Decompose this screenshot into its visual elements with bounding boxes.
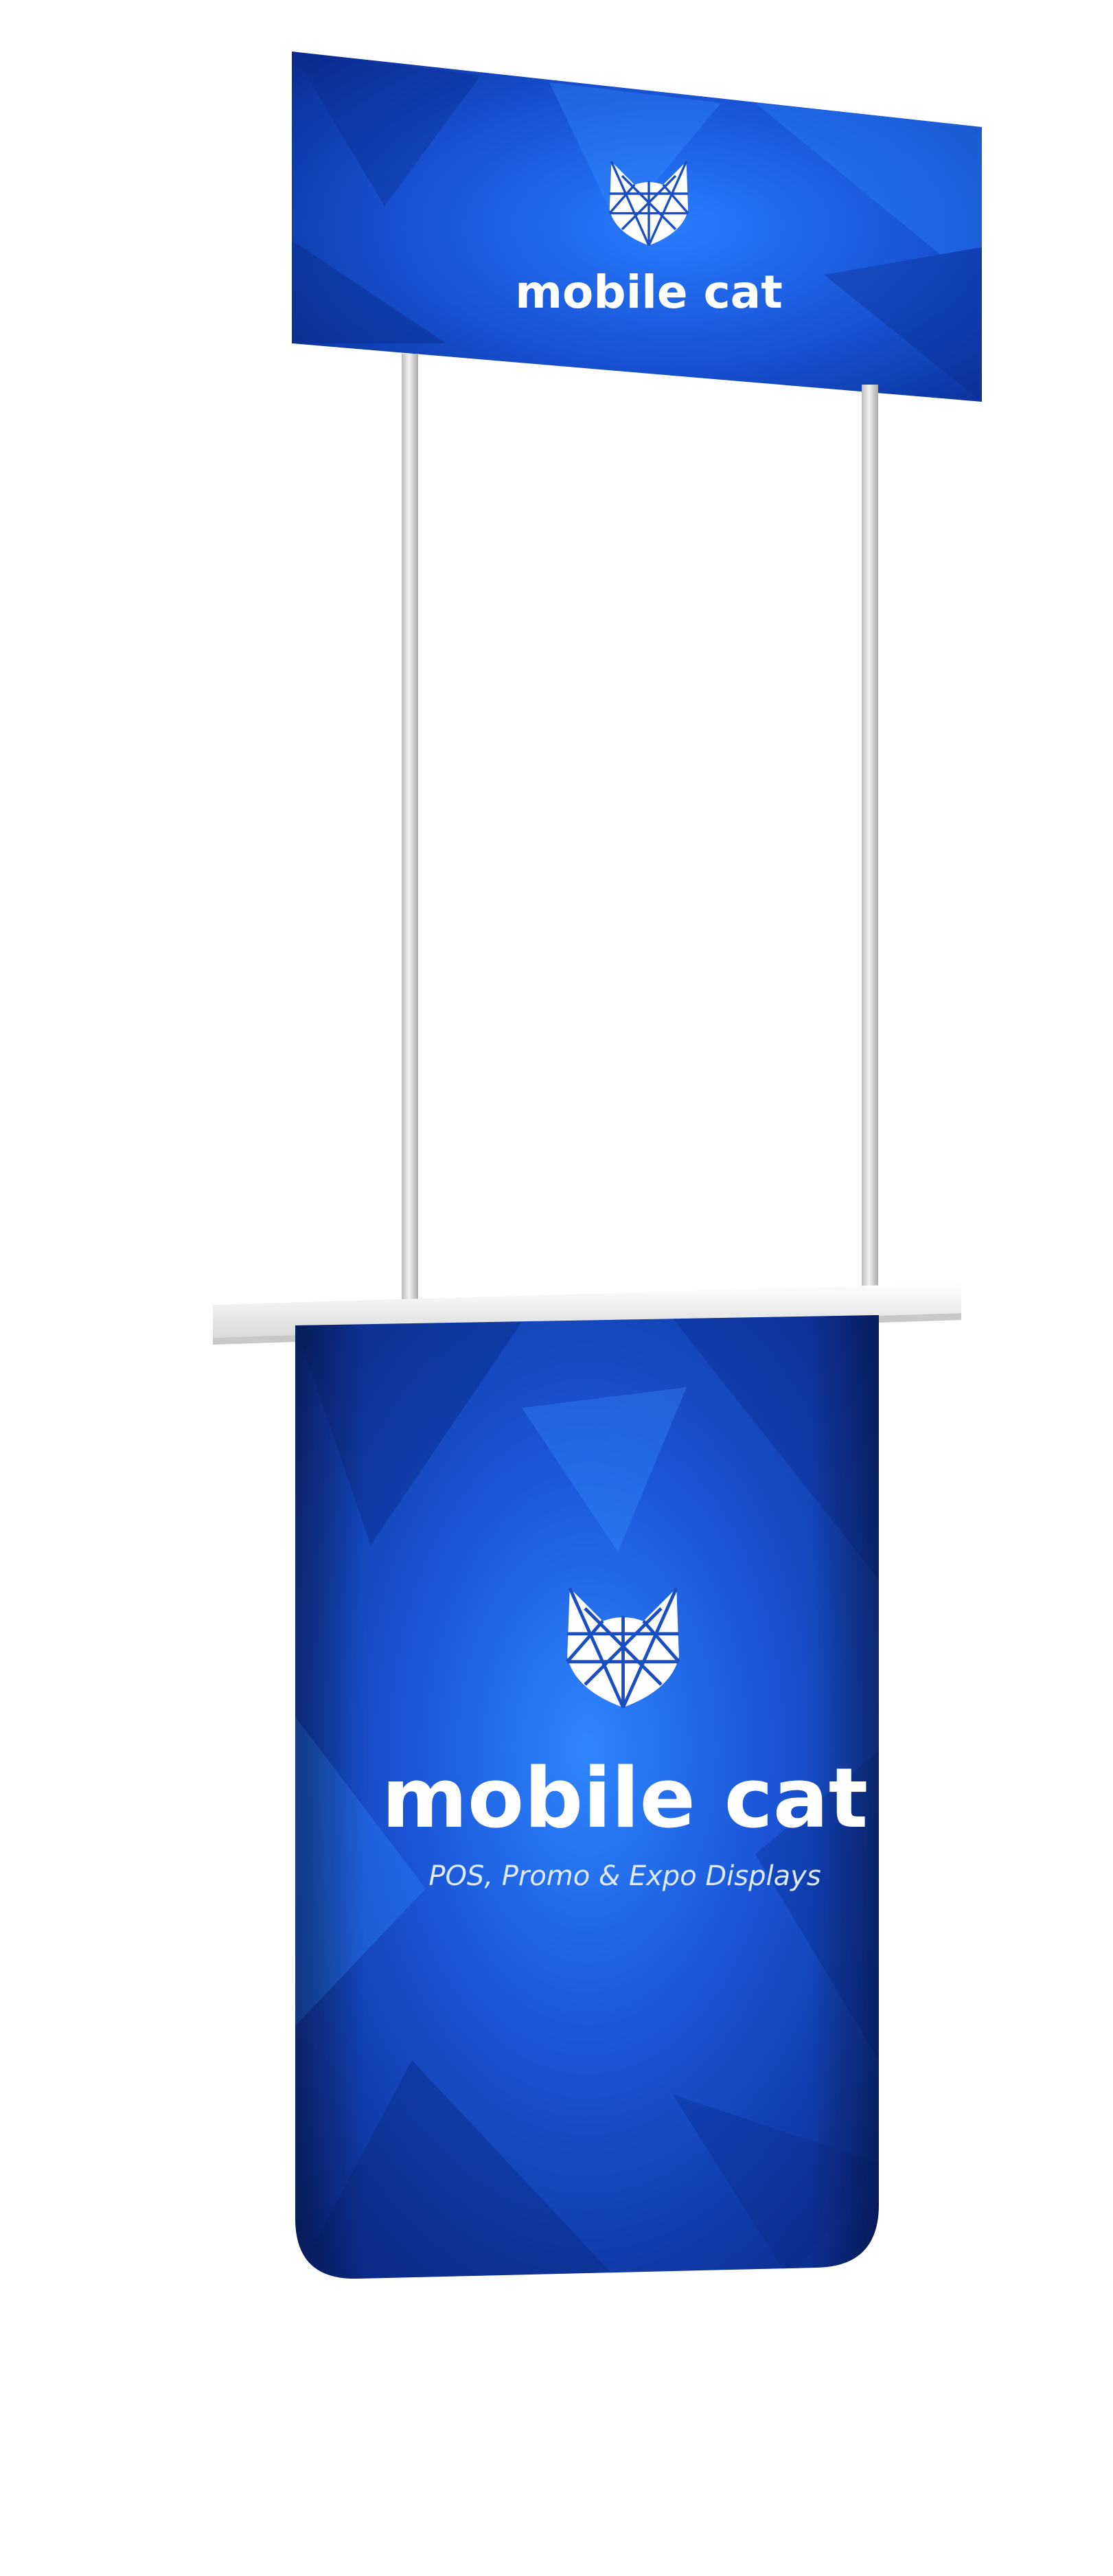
counter-panel: mobile cat POS, Promo & Expo Displays	[295, 1315, 879, 2279]
header-banner: mobile cat	[292, 52, 982, 402]
right-pole	[862, 385, 878, 1308]
promo-counter-scene: mobile cat mobile cat POS, Promo & Expo …	[213, 52, 982, 2279]
banner-brand-name: mobile cat	[515, 266, 783, 319]
counter-brand-name: mobile cat	[382, 1751, 868, 1847]
support-poles	[402, 354, 878, 1312]
counter-tagline: POS, Promo & Expo Displays	[428, 1860, 821, 1892]
left-pole	[402, 354, 418, 1312]
